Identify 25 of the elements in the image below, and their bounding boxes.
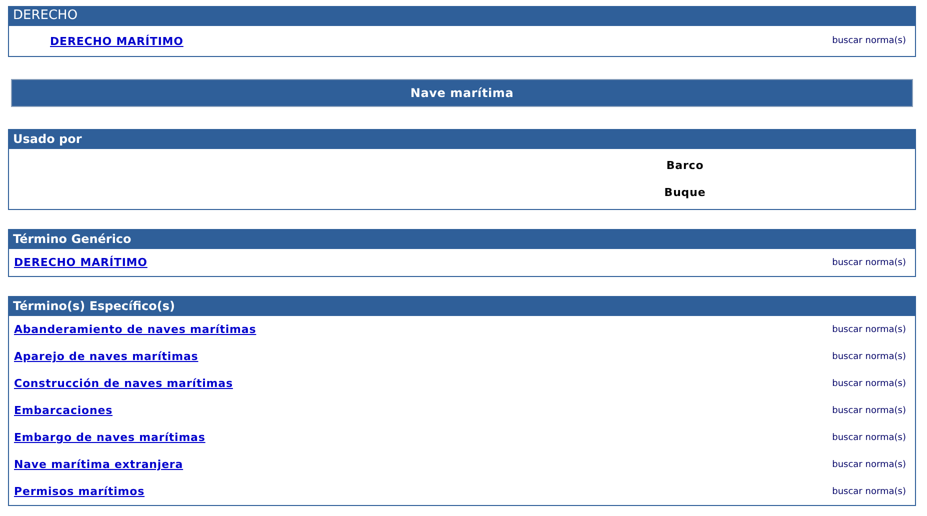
term-link[interactable]: Permisos marítimos bbox=[14, 485, 145, 498]
term-title-bar: Nave marítima bbox=[11, 79, 913, 107]
section-header: Término(s) Específico(s) bbox=[9, 296, 915, 316]
section-header: Término Genérico bbox=[9, 229, 915, 249]
search-norms-link[interactable]: buscar norma(s) bbox=[832, 486, 906, 496]
search-norms-link[interactable]: buscar norma(s) bbox=[832, 378, 906, 388]
term-link[interactable]: Embarcaciones bbox=[14, 404, 113, 417]
term-link[interactable]: Embargo de naves marítimas bbox=[14, 431, 206, 444]
search-norms-link[interactable]: buscar norma(s) bbox=[832, 460, 906, 470]
term-link[interactable]: Construcción de naves marítimas bbox=[14, 377, 233, 390]
synonym-term: Buque bbox=[663, 185, 707, 201]
search-norms-link[interactable]: buscar norma(s) bbox=[832, 352, 906, 362]
search-norms-link[interactable]: buscar norma(s) bbox=[832, 36, 906, 46]
term-link[interactable]: DERECHO MARÍTIMO bbox=[50, 34, 184, 48]
term-link[interactable]: Nave marítima extranjera bbox=[14, 458, 184, 471]
section-header: DERECHO bbox=[9, 6, 915, 26]
synonym-term: Barco bbox=[665, 158, 705, 174]
term-link[interactable]: DERECHO MARÍTIMO bbox=[14, 256, 148, 269]
search-norms-link[interactable]: buscar norma(s) bbox=[832, 324, 906, 334]
section-header: Usado por bbox=[9, 129, 915, 149]
search-norms-link[interactable]: buscar norma(s) bbox=[832, 406, 906, 416]
term-link[interactable]: Abanderamiento de naves marítimas bbox=[14, 323, 256, 336]
search-norms-link[interactable]: buscar norma(s) bbox=[832, 258, 906, 268]
term-link[interactable]: Aparejo de naves marítimas bbox=[14, 350, 198, 363]
search-norms-link[interactable]: buscar norma(s) bbox=[832, 432, 906, 442]
